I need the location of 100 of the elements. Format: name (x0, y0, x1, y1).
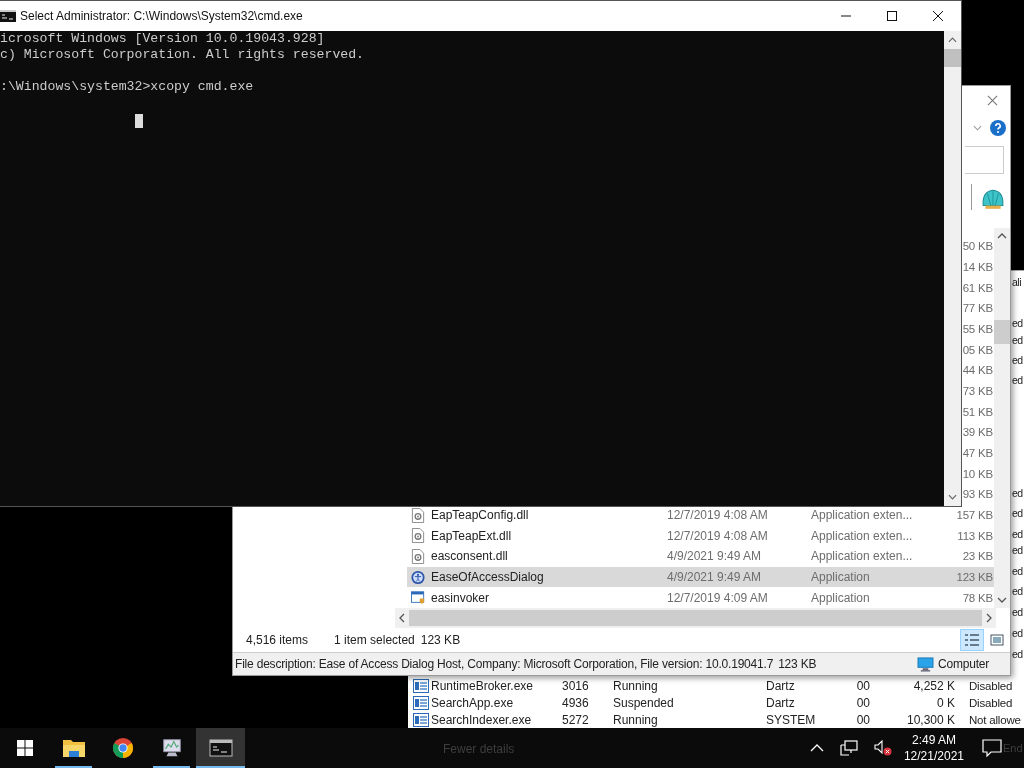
file-size: 61 KB (962, 281, 994, 294)
scroll-left-icon[interactable] (399, 613, 405, 623)
table-cell-text: Running (613, 712, 659, 727)
console-line: icrosoft Windows [Version 10.0.19043.928] (0, 31, 325, 47)
file-size: 05 KB (962, 343, 994, 356)
table-cell: ed (1012, 354, 1023, 366)
file-size: 78 KB (961, 591, 994, 604)
file-date: 12/7/2019 4:09 AM (667, 590, 769, 605)
file-size: 47 KB (962, 447, 994, 460)
windows-logo-icon (16, 740, 33, 756)
table-cell: ed (1012, 648, 1023, 660)
file-size: 50 KB (962, 240, 994, 253)
table-cell-text: SearchIndexer.exe (431, 712, 533, 727)
item-count: 4,516 items (246, 633, 309, 647)
clock-date[interactable]: 12/21/2021 (903, 748, 964, 764)
file-size: 113 KB (956, 529, 994, 542)
network-icon[interactable] (839, 740, 858, 756)
file-size: 14 KB (962, 261, 994, 273)
gear-document-icon (411, 528, 425, 544)
file-row[interactable]: EapTeapConfig.dll 12/7/2019 4:08 AM Application exten... 157 KB (407, 504, 994, 526)
chevron-up-icon[interactable] (809, 744, 824, 752)
table-cell-text: 0 K (936, 695, 955, 710)
table-cell: ed (1012, 334, 1023, 346)
table-cell-text: 4,252 K (912, 678, 955, 693)
clock-time[interactable]: 2:49 AM (911, 732, 956, 748)
console-icon (0, 10, 16, 22)
scroll-down-icon[interactable] (948, 494, 957, 500)
vertical-scrollbar[interactable] (994, 228, 1010, 608)
file-date: 4/9/2021 9:49 AM (667, 549, 763, 564)
file-size: 10 KB (962, 467, 994, 480)
window-icon (413, 678, 429, 693)
table-cell: ali (1012, 276, 1021, 288)
vertical-scrollbar[interactable] (944, 31, 961, 506)
scroll-up-icon[interactable] (948, 37, 957, 43)
table-cell: Disabled (969, 696, 1013, 709)
table-cell: ed (1012, 317, 1023, 329)
scroll-thumb[interactable] (994, 320, 1010, 344)
file-type: Application exten... (811, 508, 914, 523)
file-type: Application exten... (811, 549, 914, 564)
file-row[interactable]: easconsent.dll 4/9/2021 9:49 AM Application exten... 23 KB (407, 546, 994, 567)
table-cell: Disabled (969, 679, 1013, 692)
shell-icon[interactable] (981, 188, 1005, 210)
console-line: c) Microsoft Corporation. All rights reserved. (0, 47, 365, 63)
chevron-down-icon[interactable] (973, 125, 982, 131)
table-cell: ed (1012, 565, 1023, 577)
table-cell: ed (1012, 627, 1023, 639)
search-field[interactable] (965, 146, 1004, 174)
table-cell-text: Suspended (613, 695, 675, 710)
table-cell-text: 10,300 K (905, 712, 955, 727)
scroll-up-icon[interactable] (997, 233, 1007, 239)
file-size: 55 KB (962, 323, 994, 335)
table-cell: ed (1012, 606, 1023, 618)
console-icon (208, 737, 233, 759)
scroll-thumb[interactable] (409, 610, 982, 626)
file-size: 123 KB (778, 657, 817, 671)
table-cell-text: Running (613, 678, 659, 693)
table-cell-text: SearchApp.exe (431, 695, 515, 710)
file-row[interactable]: EaseOfAccessDialog 4/9/2021 9:49 AM Application 123 KB (407, 566, 994, 588)
table-cell: ed (1012, 374, 1023, 386)
file-row[interactable]: EapTeapExt.dll 12/7/2019 4:08 AM Application exten... 113 KB (407, 525, 994, 547)
window-icon (413, 695, 429, 710)
table-cell-text: 00 (855, 712, 870, 727)
table-cell-text: SYSTEM (766, 712, 817, 727)
file-size: 157 KB (955, 509, 994, 522)
window-title: Select Administrator: C:\Windows\System32\cmd.exe (20, 9, 303, 23)
table-cell-text: 00 (855, 678, 870, 693)
file-size: 123 KB (955, 571, 994, 584)
scroll-thumb[interactable] (944, 49, 961, 67)
selection-size: 123 KB (420, 633, 461, 647)
file-size: 73 KB (962, 385, 994, 398)
file-date: 12/7/2019 4:08 AM (667, 528, 769, 543)
table-cell: ed (1012, 544, 1023, 556)
file-size: 39 KB (962, 426, 994, 439)
table-cell: ed (1012, 528, 1023, 540)
file-type: Application (811, 570, 871, 585)
table-cell-text: 4936 (562, 695, 590, 710)
notification-icon[interactable] (982, 739, 1002, 757)
help-icon[interactable] (990, 120, 1006, 136)
close-icon[interactable] (987, 95, 998, 106)
details-view-icon[interactable] (960, 629, 984, 651)
scroll-down-icon[interactable] (997, 597, 1007, 603)
file-row[interactable]: easinvoker 12/7/2019 4:09 AM Application 78 KB (407, 587, 994, 609)
table-cell-text: 00 (855, 695, 870, 710)
monitor-icon (917, 656, 934, 672)
taskbar-app-button[interactable] (196, 728, 245, 768)
file-name: EaseOfAccessDialog (430, 570, 545, 585)
console-line: :\Windows\system32>xcopy cmd.exe (0, 79, 254, 95)
scroll-right-icon[interactable] (986, 613, 992, 623)
file-type: Application exten... (811, 528, 914, 543)
file-size: 23 KB (961, 550, 994, 563)
file-date: 12/7/2019 4:08 AM (667, 508, 769, 523)
file-name: easconsent.dll (430, 549, 509, 564)
file-date: 4/9/2021 9:49 AM (667, 570, 763, 585)
volume-icon[interactable] (873, 740, 892, 756)
application-icon (411, 590, 425, 606)
selection-count: 1 item selected (334, 633, 415, 647)
maximize-icon (887, 11, 897, 21)
file-size: 93 KB (962, 488, 994, 501)
gear-document-icon (411, 507, 425, 523)
horizontal-scrollbar[interactable] (395, 608, 996, 628)
